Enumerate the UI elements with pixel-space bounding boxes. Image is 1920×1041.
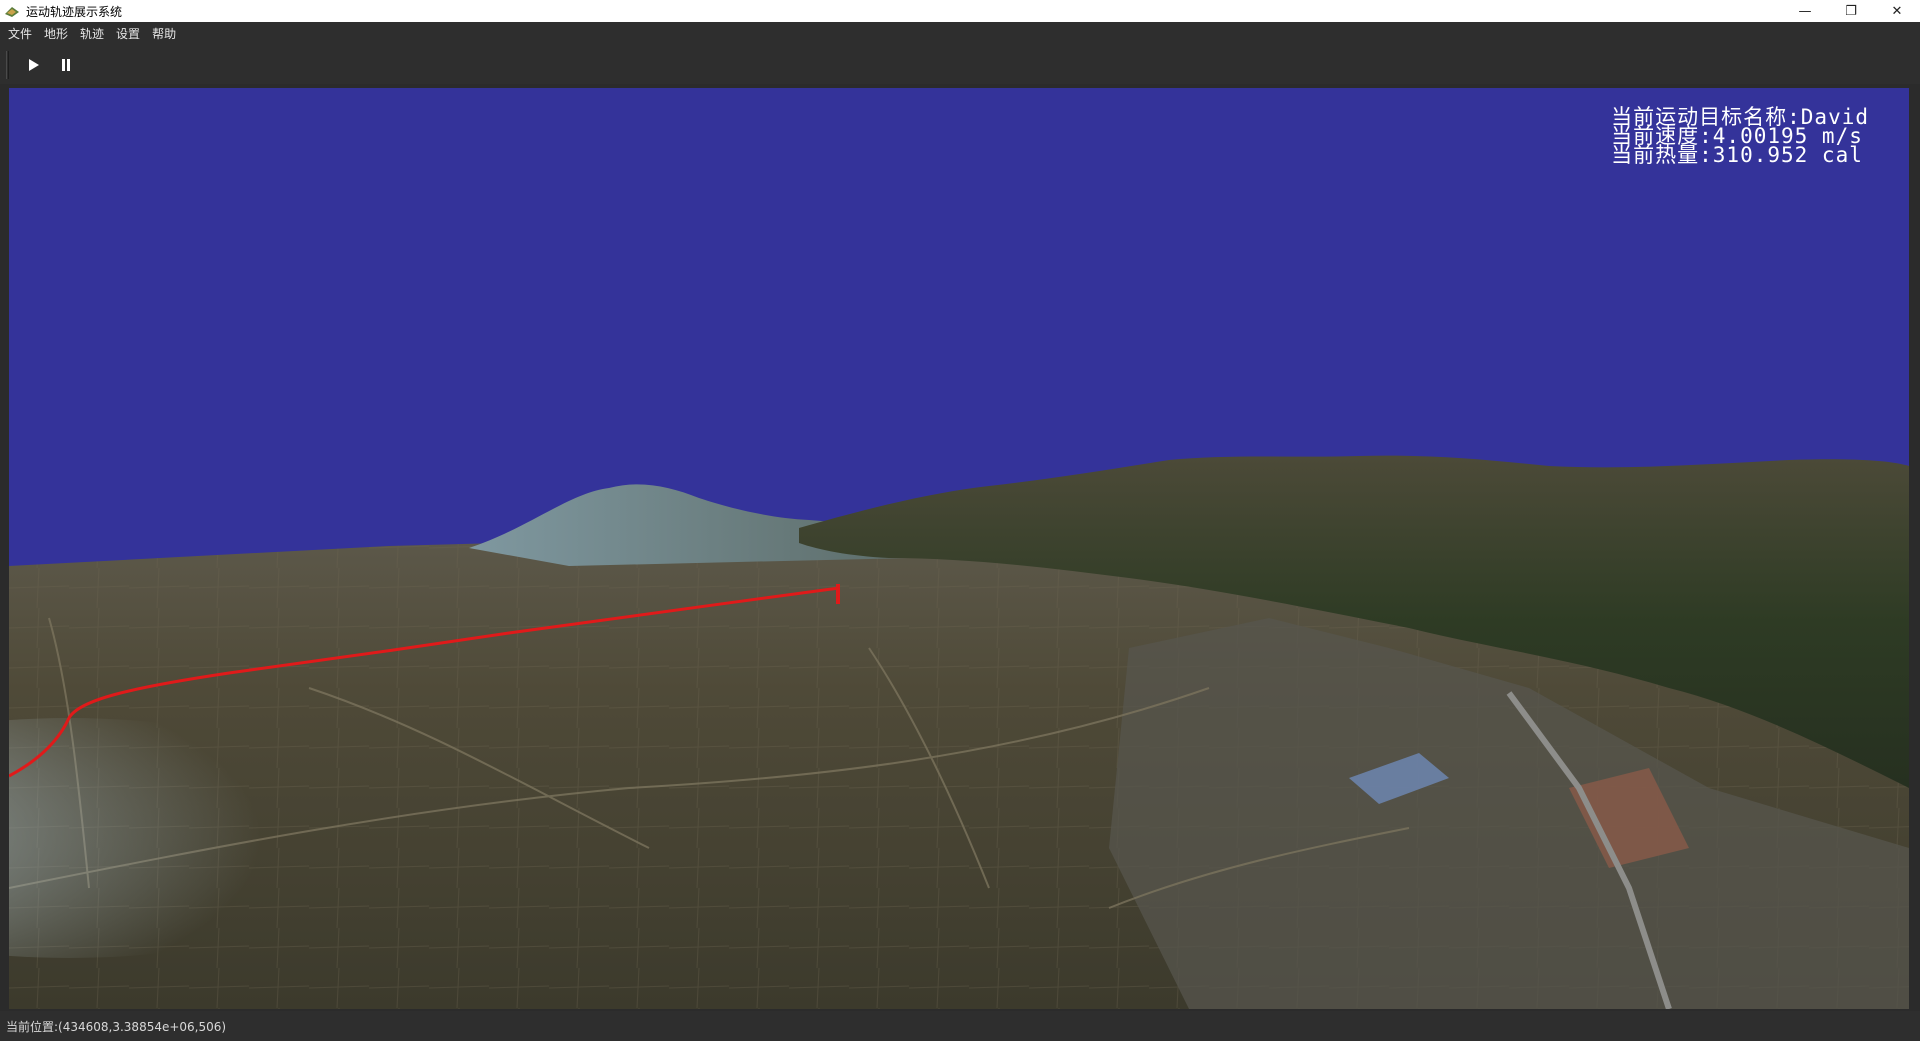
window-title: 运动轨迹展示系统 — [26, 4, 123, 19]
play-button[interactable] — [21, 52, 47, 78]
app-icon — [5, 7, 19, 17]
terrain-scene — [9, 455, 1909, 1009]
menu-bar: 文件 地形 轨迹 设置 帮助 — [0, 22, 1920, 46]
title-bar: 运动轨迹展示系统 — ❐ ✕ — [0, 0, 1920, 22]
hud-overlay: 当前运动目标名称:David 当前速度:4.00195 m/s 当前热量:310… — [1611, 107, 1869, 167]
pause-icon — [62, 59, 70, 71]
close-icon: ✕ — [1891, 3, 1903, 19]
minimize-button[interactable]: — — [1782, 0, 1828, 22]
hud-calories: 当前热量:310.952 cal — [1611, 143, 1863, 167]
toolbar — [0, 46, 1920, 84]
menu-file[interactable]: 文件 — [4, 22, 40, 46]
terrain-3d-view[interactable]: 当前运动目标名称:David 当前速度:4.00195 m/s 当前热量:310… — [9, 88, 1909, 1009]
menu-terrain[interactable]: 地形 — [40, 22, 76, 46]
menu-settings[interactable]: 设置 — [112, 22, 148, 46]
toolbar-grip[interactable] — [6, 51, 9, 79]
menu-help[interactable]: 帮助 — [148, 22, 184, 46]
app-window: 运动轨迹展示系统 — ❐ ✕ 文件 地形 轨迹 设置 帮助 当前运动目标名称:D… — [0, 0, 1920, 1041]
current-position-text: 当前位置:(434608,3.38854e+06,506) — [6, 1019, 227, 1034]
minimize-icon: — — [1798, 3, 1812, 19]
play-icon — [29, 59, 39, 71]
status-bar: 当前位置:(434608,3.38854e+06,506) — [0, 1011, 1920, 1041]
close-button[interactable]: ✕ — [1874, 0, 1920, 22]
menu-track[interactable]: 轨迹 — [76, 22, 112, 46]
restore-icon: ❐ — [1845, 3, 1857, 19]
pause-button[interactable] — [53, 52, 79, 78]
maximize-button[interactable]: ❐ — [1828, 0, 1874, 22]
target-marker — [836, 584, 840, 604]
